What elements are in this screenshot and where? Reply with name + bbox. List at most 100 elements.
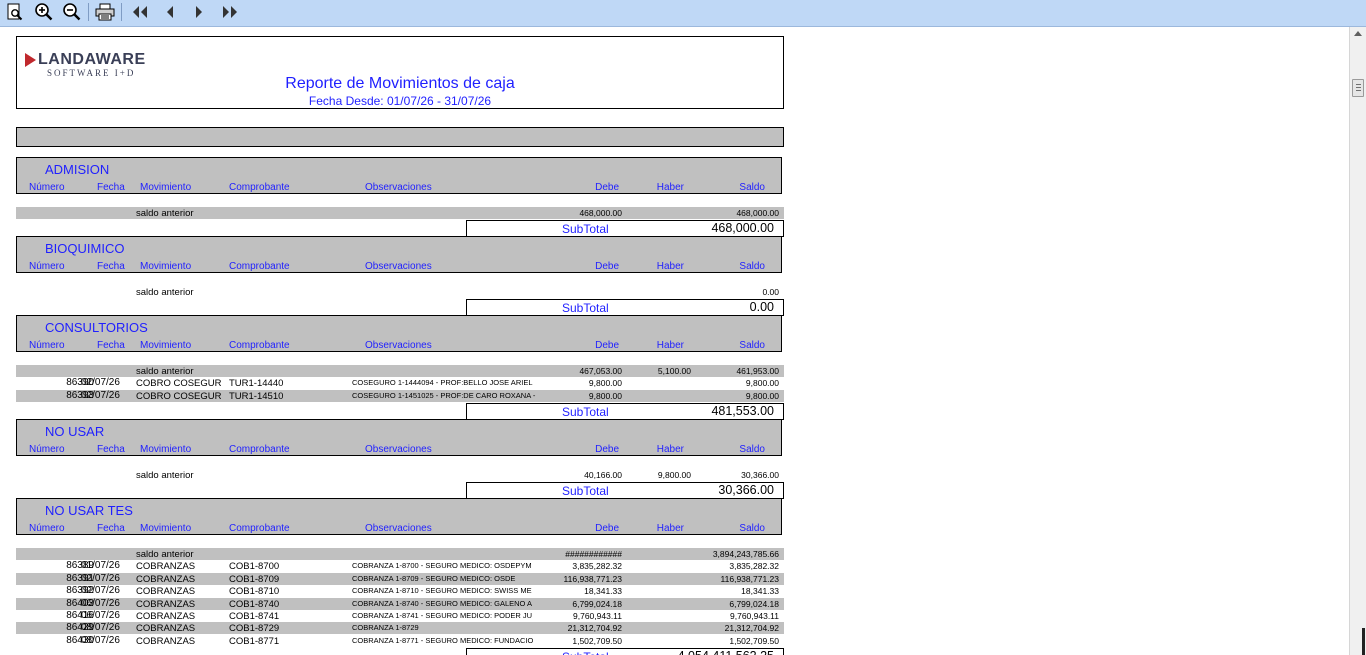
cell-fecha: 02/07/26 [81,572,120,584]
cell-comprobante: COB1-8741 [229,611,280,622]
cell-debe: 40,166.00 [584,470,622,480]
subtotal-value: 468,000.00 [711,220,774,235]
subtotal-box: SubTotal 481,553.00 [466,402,784,420]
scroll-up-icon[interactable] [1354,31,1362,36]
logo-mark-icon [25,53,36,67]
column-header-fecha: Fecha [97,523,125,534]
next-page-icon[interactable] [188,2,210,22]
table-row: 86429 08/07/26 COBRANZAS COB1-8729 COBRANZA … [16,622,784,635]
cell-observaciones: COBRANZA 1-8729 [352,623,419,633]
table-row: 86389 01/07/26 COBRANZAS COB1-8700 COBRANZA … [16,560,784,572]
toolbar-separator [88,3,89,21]
cell-haber: 5,100.00 [657,366,691,376]
cell-movimiento: COBRO COSEGUR [136,390,222,402]
column-header-comprobante: Comprobante [229,340,290,351]
last-page-icon[interactable] [219,2,241,22]
column-header-saldo: Saldo [739,444,765,455]
column-header-debe: Debe [595,182,619,193]
section-title: NO USAR [45,424,105,439]
cell-saldo: 3,894,243,785.66 [712,549,779,559]
cell-saldo: 9,800.00 [745,390,779,401]
cell-observaciones: COSEGURO 1-1444094 - PROF:BELLO JOSE ARI… [352,378,533,388]
column-header-fecha: Fecha [97,182,125,193]
cell-comprobante: COB1-8709 [229,573,280,585]
report-band [16,127,784,147]
cell-fecha: 08/07/26 [81,622,120,634]
cell-fecha: 02/07/26 [81,389,120,401]
cell-fecha: 02/07/26 [81,377,120,389]
cell-movimiento: saldo anterior [136,287,194,298]
subtotal-value: 30,366.00 [718,482,774,497]
column-header-numero: Número [29,523,65,534]
cell-movimiento: COBRANZAS [136,611,196,622]
column-header-haber: Haber [656,182,684,193]
cell-debe: 3,835,282.32 [572,561,622,572]
column-header-comprobante: Comprobante [229,261,290,272]
section-title: ADMISION [45,162,110,177]
table-row: saldo anterior 0.00 [16,286,784,298]
section-title: BIOQUIMICO [45,241,125,256]
first-page-icon[interactable] [129,2,151,22]
cell-movimiento: saldo anterior [136,208,194,219]
zoom-out-icon[interactable] [61,2,83,22]
cell-saldo: 21,312,704.92 [724,623,779,634]
section-title: CONSULTORIOS [45,320,148,335]
table-row: saldo anterior ############ 3,894,243,785.… [16,548,784,560]
table-row: 86390 02/07/26 COBRO COSEGUR TUR1-14440 COSE… [16,377,784,389]
section-header: BIOQUIMICO Número Fecha Movimiento Comproban… [16,236,782,273]
cell-debe: 1,502,709.50 [572,635,622,646]
section-header: NO USAR Número Fecha Movimiento Comprobante O… [16,419,782,456]
cell-movimiento: COBRANZAS [136,561,196,573]
subtotal-box: SubTotal 468,000.00 [466,219,784,237]
table-row: saldo anterior 468,000.00 468,000.00 [16,207,784,219]
table-row: 86416 06/07/26 COBRANZAS COB1-8741 COBRANZA … [16,610,784,622]
prev-page-icon[interactable] [159,2,181,22]
subtotal-label: SubTotal [562,483,609,498]
cell-movimiento: COBRANZAS [136,623,196,635]
report-header: LANDAWARE SOFTWARE I+D Reporte de Movimi… [16,36,784,109]
cell-comprobante: TUR1-14510 [229,390,284,402]
cell-saldo: 30,366.00 [741,470,779,480]
column-header-numero: Número [29,444,65,455]
cell-saldo: 6,799,024.18 [729,598,779,609]
cell-debe: 116,938,771.23 [563,573,622,584]
column-header-numero: Número [29,182,65,193]
table-row: saldo anterior 467,053.00 5,100.00 461,953.… [16,365,784,377]
report-page: LANDAWARE SOFTWARE I+D Reporte de Movimi… [0,27,1349,655]
subtotal-label: SubTotal [562,650,609,655]
cell-debe: 9,800.00 [588,390,622,401]
cell-comprobante: COB1-8710 [229,586,280,598]
subtotal-box: SubTotal 0.00 [466,298,784,316]
column-header-debe: Debe [595,340,619,351]
cell-observaciones: COBRANZA 1-8700 - SEGURO MEDICO: OSDEPYM [352,561,532,571]
cell-comprobante: COB1-8771 [229,635,280,647]
cell-debe: 21,312,704.92 [567,623,622,634]
vertical-scrollbar[interactable] [1349,27,1366,655]
cell-saldo: 461,953.00 [736,366,779,376]
scrollbar-thumb[interactable] [1352,79,1364,97]
cell-debe: 9,760,943.11 [573,611,622,621]
cell-fecha: 06/07/26 [81,610,120,621]
cell-comprobante: COB1-8729 [229,623,280,635]
zoom-in-icon[interactable] [33,2,55,22]
column-header-comprobante: Comprobante [229,182,290,193]
column-header-comprobante: Comprobante [229,444,290,455]
column-header-debe: Debe [595,261,619,272]
cell-movimiento: COBRANZAS [136,573,196,585]
cell-movimiento: COBRANZAS [136,635,196,647]
cell-fecha: 01/07/26 [81,560,120,572]
table-row: 86391 02/07/26 COBRANZAS COB1-8709 COBRANZA … [16,572,784,585]
cell-debe: 467,053.00 [579,366,622,376]
column-header-fecha: Fecha [97,340,125,351]
subtotal-value: 481,553.00 [711,403,774,418]
report-title: Reporte de Movimientos de caja [285,75,515,92]
column-header-saldo: Saldo [739,261,765,272]
column-header-debe: Debe [595,444,619,455]
cell-observaciones: COBRANZA 1-8710 - SEGURO MEDICO: SWISS M… [352,586,532,596]
cell-saldo: 468,000.00 [736,208,779,218]
cell-observaciones: COSEGURO 1-1451025 - PROF:DE CARO ROXANA… [352,390,536,400]
column-header-saldo: Saldo [739,340,765,351]
print-icon[interactable] [94,2,116,22]
page-setup-icon[interactable] [4,2,26,22]
subtotal-label: SubTotal [562,221,609,236]
